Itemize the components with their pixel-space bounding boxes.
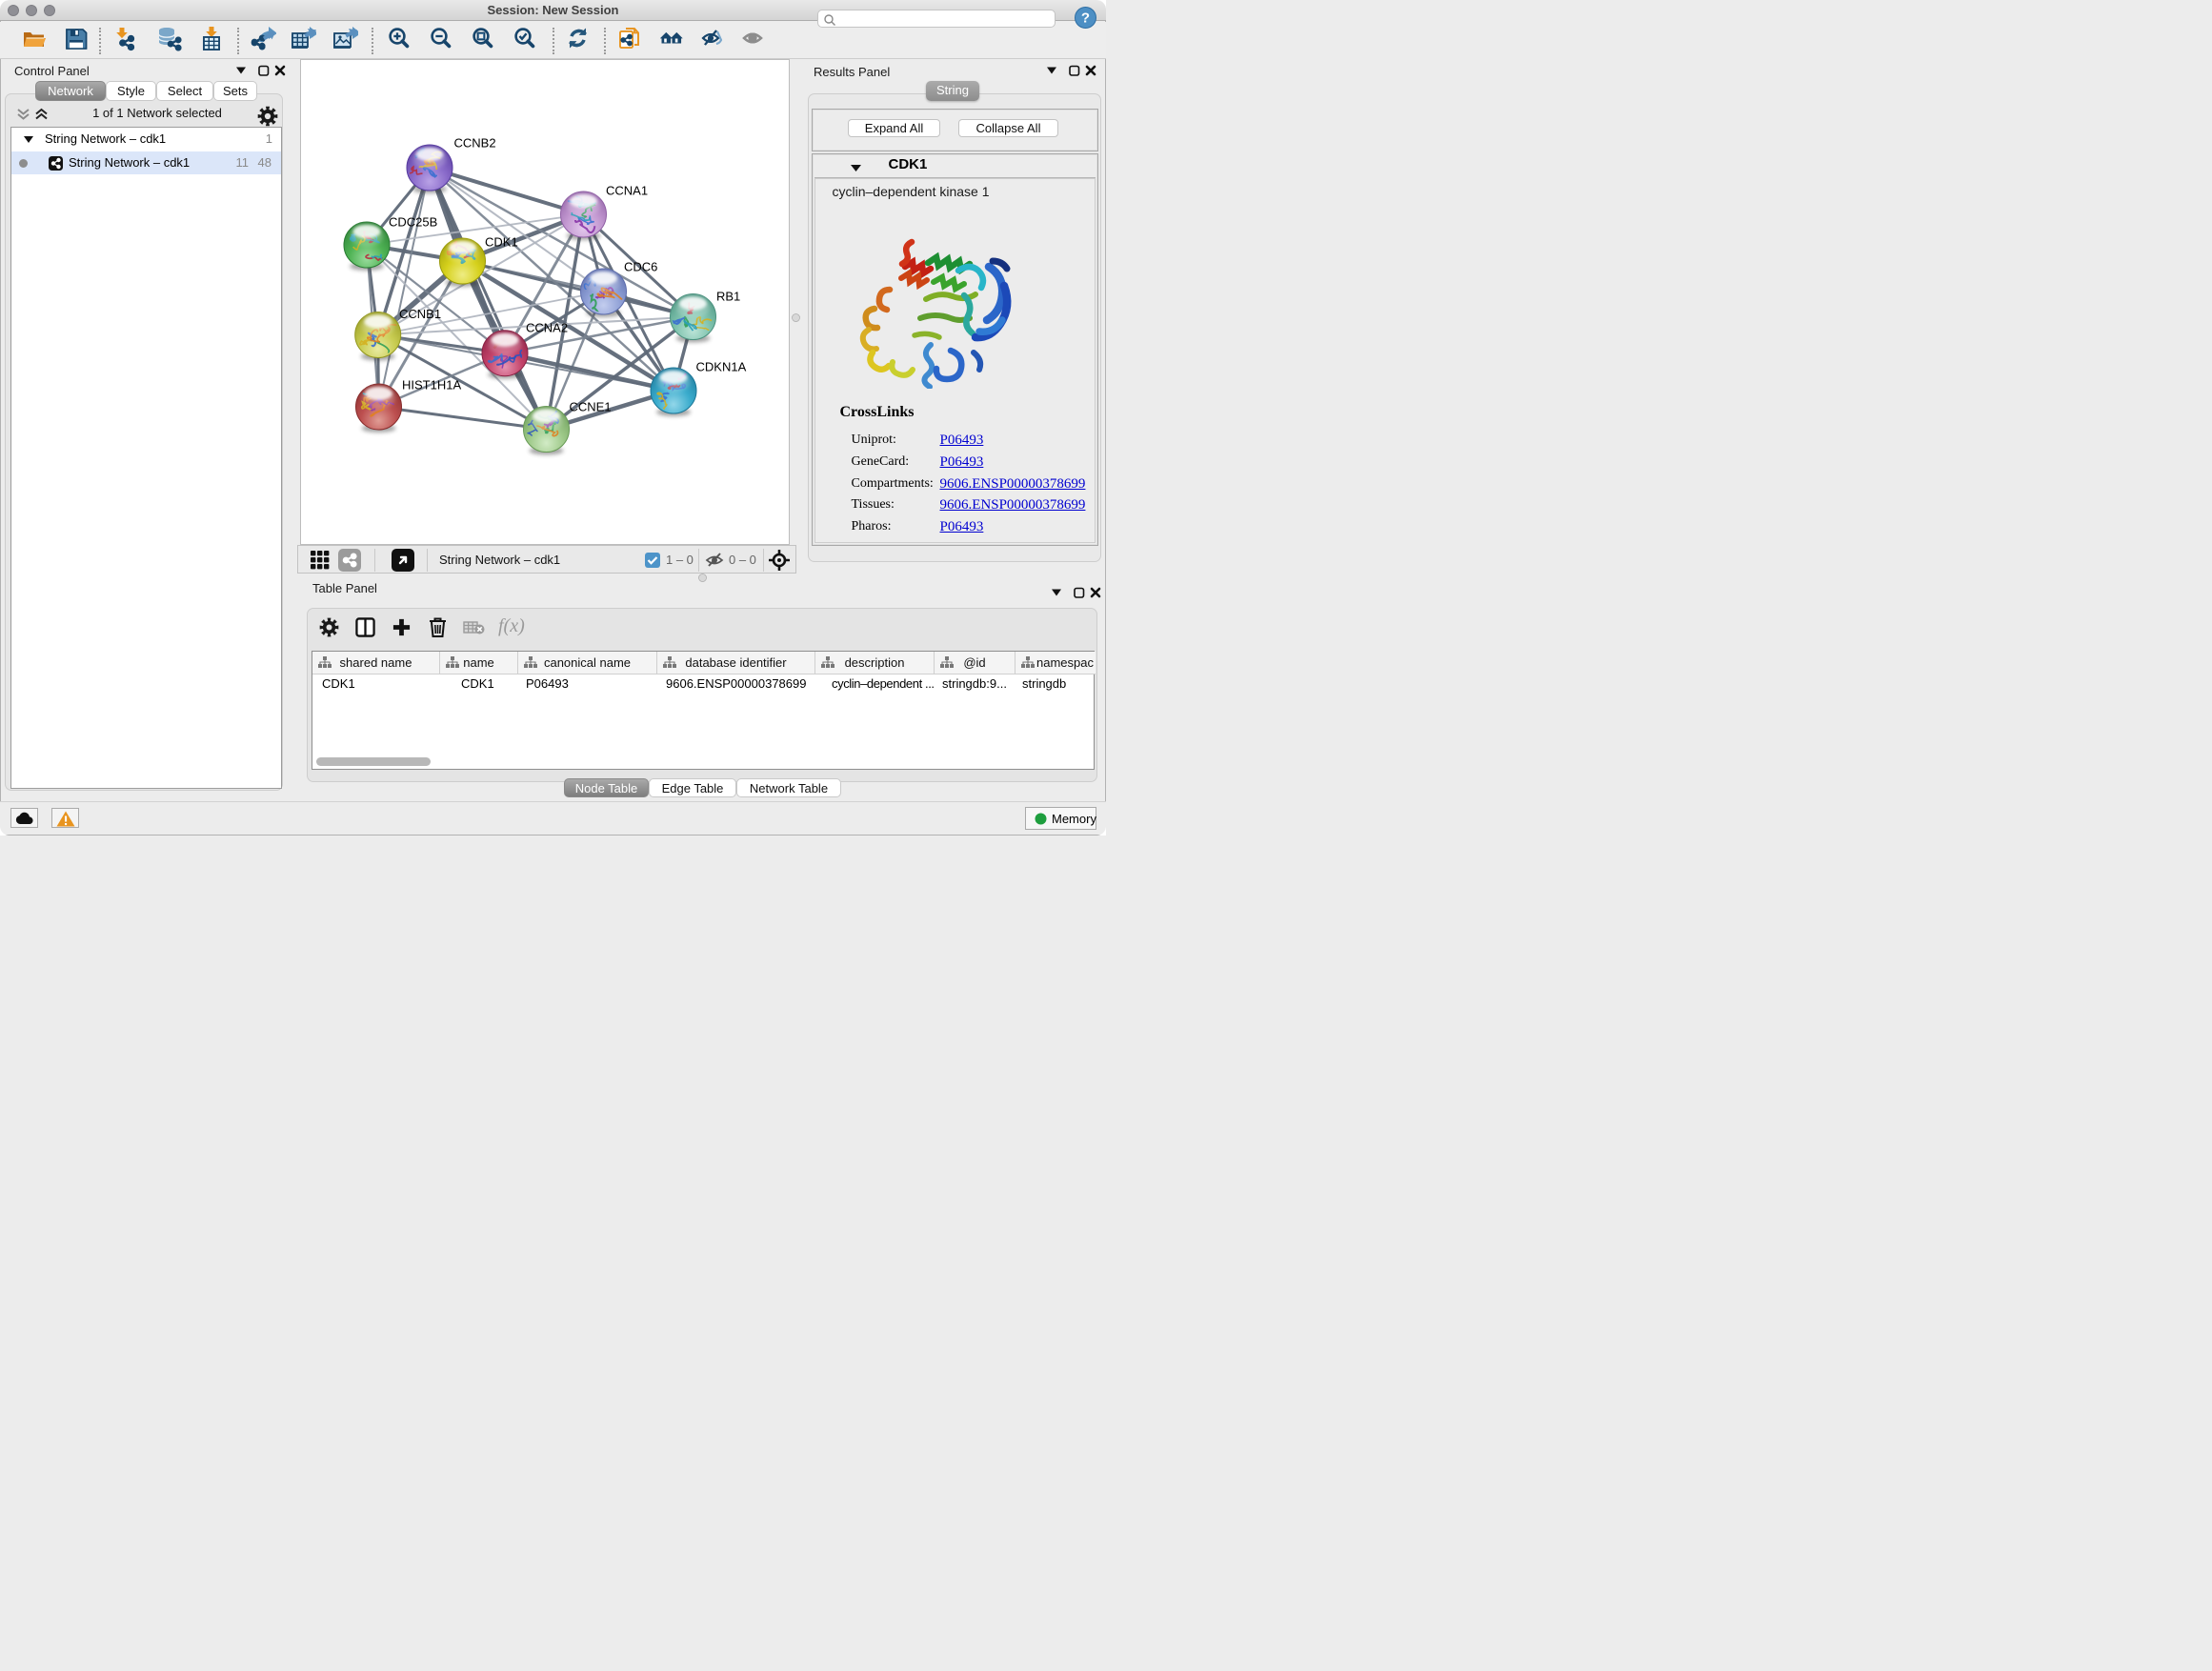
svg-text:CCNB1: CCNB1 <box>399 307 441 321</box>
svg-text:?: ? <box>1081 10 1090 27</box>
svg-text:CCNE1: CCNE1 <box>570 400 612 414</box>
svg-text:CDC25B: CDC25B <box>389 215 437 230</box>
svg-text:CCNA1: CCNA1 <box>606 184 648 198</box>
svg-text:CDK1: CDK1 <box>485 235 518 250</box>
svg-text:HIST1H1A: HIST1H1A <box>402 378 461 393</box>
svg-text:CCNA2: CCNA2 <box>526 321 568 335</box>
svg-text:CDC6: CDC6 <box>624 260 657 274</box>
svg-text:CDKN1A: CDKN1A <box>696 360 747 374</box>
svg-text:CCNB2: CCNB2 <box>454 136 496 151</box>
svg-text:RB1: RB1 <box>716 290 740 304</box>
